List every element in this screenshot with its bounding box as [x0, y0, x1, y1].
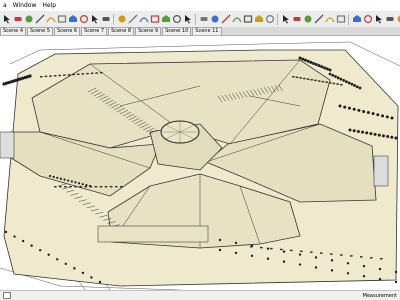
- measurements-label: Measurement: [362, 292, 397, 299]
- text-icon[interactable]: [161, 14, 171, 24]
- scene-tab-9[interactable]: Scene 9: [135, 27, 162, 35]
- scene-tab-8[interactable]: Scene 8: [108, 27, 135, 35]
- top-view-icon[interactable]: [292, 14, 302, 24]
- push-pull-icon[interactable]: [68, 14, 78, 24]
- xray-icon[interactable]: [352, 14, 362, 24]
- right-view-icon[interactable]: [314, 14, 324, 24]
- measurements-box: Measurement: [363, 291, 400, 300]
- wireframe-icon[interactable]: [363, 14, 373, 24]
- zoom-window-icon[interactable]: [231, 14, 242, 24]
- next-view-icon[interactable]: [265, 14, 275, 24]
- 3d-text-icon[interactable]: [183, 14, 193, 24]
- left-view-icon[interactable]: [336, 14, 346, 24]
- model-viewport[interactable]: [0, 36, 400, 290]
- shaded-textures-icon[interactable]: [396, 14, 400, 24]
- status-bar: Measurement: [0, 290, 400, 300]
- orbit-icon[interactable]: [199, 14, 209, 24]
- scene-tab-7[interactable]: Scene 7: [81, 27, 108, 35]
- scale-icon[interactable]: [101, 14, 111, 24]
- menu-item-help[interactable]: Help: [39, 0, 59, 11]
- scene-tab-5[interactable]: Scene 5: [27, 27, 54, 35]
- menu-item-partial[interactable]: a: [0, 0, 10, 11]
- protractor-icon[interactable]: [150, 14, 160, 24]
- eraser-icon[interactable]: [13, 14, 23, 24]
- scene-tab-10[interactable]: Scene 10: [162, 27, 192, 35]
- zoom-extents-icon[interactable]: [243, 14, 253, 24]
- menu-item-window[interactable]: Window: [10, 0, 40, 11]
- toolbar-separator: [348, 13, 349, 25]
- shaded-icon[interactable]: [385, 14, 395, 24]
- axes-icon[interactable]: [172, 14, 182, 24]
- hidden-line-icon[interactable]: [374, 14, 384, 24]
- tape-measure-icon[interactable]: [128, 14, 138, 24]
- back-view-icon[interactable]: [324, 14, 335, 24]
- scenes-bar: Scene 4 Scene 5 Scene 6 Scene 7 Scene 8 …: [0, 27, 400, 36]
- model-drawing: [0, 41, 400, 290]
- scene-tab-6[interactable]: Scene 6: [54, 27, 81, 35]
- select-icon[interactable]: [2, 14, 12, 24]
- main-toolbar: [0, 11, 400, 27]
- scene-tab-11[interactable]: Scene 11: [192, 27, 222, 35]
- rotate-icon[interactable]: [79, 14, 89, 24]
- paint-bucket-icon[interactable]: [24, 14, 34, 24]
- front-view-icon[interactable]: [303, 14, 313, 24]
- zoom-icon[interactable]: [221, 14, 231, 24]
- rectangle-icon[interactable]: [57, 14, 67, 24]
- previous-view-icon[interactable]: [254, 14, 264, 24]
- arc-icon[interactable]: [45, 14, 56, 24]
- dimension-icon[interactable]: [138, 14, 149, 24]
- iso-view-icon[interactable]: [281, 14, 291, 24]
- toolbar-separator: [113, 13, 114, 25]
- geo-location-status-icon[interactable]: [3, 292, 11, 299]
- menu-bar: a Window Help: [0, 0, 400, 11]
- offset-icon[interactable]: [117, 14, 127, 24]
- move-icon[interactable]: [90, 14, 100, 24]
- toolbar-separator: [195, 13, 196, 25]
- line-icon[interactable]: [35, 14, 45, 24]
- toolbar-separator: [277, 13, 278, 25]
- scene-tab-4[interactable]: Scene 4: [0, 27, 27, 35]
- pan-icon[interactable]: [210, 14, 220, 24]
